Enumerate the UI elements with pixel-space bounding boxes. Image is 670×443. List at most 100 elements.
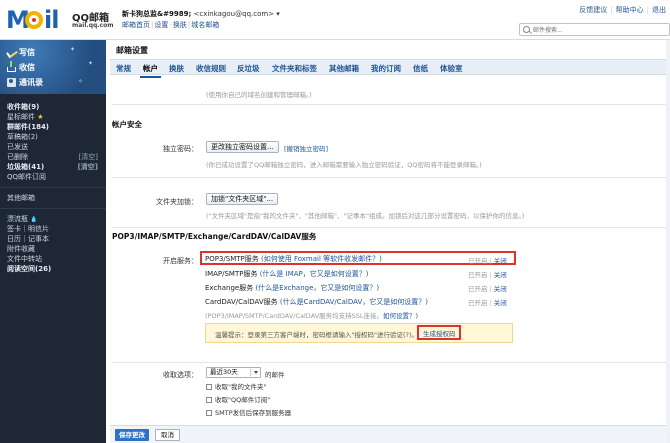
- sidebar-item-drift-bottle[interactable]: 漂流瓶 💧: [0, 214, 106, 224]
- scrollbar[interactable]: [666, 40, 670, 443]
- search-icon[interactable]: [523, 26, 530, 33]
- link-feedback[interactable]: 反馈建议: [579, 6, 607, 14]
- link-mail-home[interactable]: 邮箱首页: [122, 21, 150, 29]
- state-text: 已开启: [468, 271, 488, 279]
- option-smtp-save[interactable]: SMTP发信后保存到服务器: [206, 407, 291, 417]
- divider: [112, 104, 668, 105]
- tab-anti-spam[interactable]: 反垃圾: [237, 63, 260, 74]
- close-carddav-link[interactable]: 关闭: [494, 299, 507, 307]
- tab-skin[interactable]: 换肤: [169, 63, 184, 74]
- help-link[interactable]: (如何使用 Foxmail 等软件收发邮件？): [261, 255, 382, 263]
- sidebar-item-cards[interactable]: 签卡｜明信片: [0, 224, 106, 234]
- service-state-pop3: 已开启 | 关闭: [468, 257, 507, 265]
- independent-password-label: 独立密码：: [163, 145, 198, 153]
- sidebar-item-deleted[interactable]: 已删除 [清空]: [0, 152, 106, 162]
- link-skin[interactable]: 换肤: [173, 21, 187, 29]
- tab-subscriptions[interactable]: 我的订阅: [371, 63, 401, 74]
- sidebar-item-group-mail[interactable]: 群邮件(184): [0, 122, 106, 132]
- change-password-button[interactable]: 更改独立密码设置...: [206, 141, 279, 153]
- sidebar-item-other-mailbox[interactable]: 其他邮箱: [0, 193, 106, 203]
- receive-range-select[interactable]: 最近30天: [206, 367, 261, 378]
- folder-lock-button[interactable]: 加锁"文件夹区域"...: [206, 193, 279, 205]
- settings-tabs: 常规 帐户 换肤 收信规则 反垃圾 文件夹和标签 其他邮箱 我的订阅 信纸 体验…: [110, 59, 670, 78]
- tab-lab[interactable]: 体验室: [440, 63, 463, 74]
- service-pop3-smtp: POP3/SMTP服务 (如何使用 Foxmail 等软件收发邮件？): [205, 254, 382, 264]
- search-box[interactable]: [519, 23, 670, 36]
- sidebar-item-calendar[interactable]: 日历｜记事本: [0, 234, 106, 244]
- service-name: Exchange服务: [205, 284, 254, 292]
- tab-stationery[interactable]: 信纸: [413, 63, 428, 74]
- divider: [112, 177, 668, 178]
- link-domain-mail[interactable]: 城名邮箱: [191, 21, 219, 29]
- service-name: CardDAV/CalDAV服务: [205, 298, 278, 306]
- help-link[interactable]: (什么是Exchange，它又是如何设置？): [255, 284, 379, 292]
- sidebar-item-starred[interactable]: 星标邮件 ★: [0, 112, 106, 122]
- receive-label: 收信: [19, 63, 35, 72]
- help-link[interactable]: (什么是 IMAP，它又是如何设置？): [260, 270, 369, 278]
- tab-receive-rules[interactable]: 收信规则: [196, 63, 226, 74]
- checkbox-label: SMTP发信后保存到服务器: [215, 409, 292, 417]
- sidebar-item-attachments[interactable]: 附件收藏: [0, 244, 106, 254]
- select-divider: [250, 369, 251, 376]
- sidebar-item-inbox[interactable]: 收件箱(9): [0, 102, 106, 112]
- save-button[interactable]: 保存更改: [115, 429, 149, 441]
- link-settings[interactable]: 设置: [154, 21, 168, 29]
- sidebar-item-reading-space[interactable]: 阅读空间(26): [0, 264, 106, 274]
- password-hint: (你已成功设置了QQ邮箱独立密码，进入邮箱需要输入独立密码验证，QQ密码将不能登…: [206, 161, 482, 169]
- sidebar-item-file-transfer[interactable]: 文件中转站: [0, 254, 106, 264]
- user-menu-arrow-icon[interactable]: ▾: [276, 10, 280, 18]
- sidebar-item-sent[interactable]: 已发送: [0, 142, 106, 152]
- user-name: 新卡狗总监&#9989;: [122, 10, 192, 18]
- divider: [112, 227, 668, 228]
- receive-options-label: 收取选项：: [163, 371, 198, 379]
- link-help[interactable]: 帮助中心: [616, 6, 644, 14]
- clear-deleted-link[interactable]: [清空]: [79, 152, 98, 162]
- warning-text: 温馨提示：登录第三方客户端时，密码框请输入"授权码"进行验证(?)。: [215, 331, 419, 339]
- generate-auth-code-link[interactable]: 生成授权码: [423, 328, 456, 338]
- search-input[interactable]: [533, 25, 663, 35]
- sidebar-item-drafts[interactable]: 草稿箱(2): [0, 132, 106, 142]
- service-carddav: CardDAV/CalDAV服务 (什么是CardDAV/CalDAV，它又是如…: [205, 297, 428, 307]
- sidebar-item-subscriptions[interactable]: QQ邮件订阅: [0, 172, 106, 182]
- link-logout[interactable]: 退出: [652, 6, 666, 14]
- divider: [0, 208, 106, 209]
- sidebar-item-label: 星标邮件: [7, 113, 35, 121]
- folder-lock-label: 文件夹加锁：: [156, 198, 198, 206]
- option-qq-subscriptions[interactable]: 收取"QQ邮件订阅": [206, 394, 270, 404]
- tab-account[interactable]: 帐户: [140, 63, 161, 78]
- ssl-help-link[interactable]: 如何设置？): [383, 312, 418, 320]
- folder-list: 收件箱(9) 星标邮件 ★ 群邮件(184) 草稿箱(2) 已发送 已删除 [清空…: [0, 94, 106, 274]
- select-value: 最近30天: [210, 368, 238, 376]
- clear-spam-link[interactable]: [清空]: [78, 162, 98, 172]
- tab-general[interactable]: 常规: [116, 63, 131, 74]
- close-imap-link[interactable]: 关闭: [494, 271, 507, 279]
- close-pop3-link[interactable]: 关闭: [494, 257, 507, 265]
- state-text: 已开启: [468, 299, 488, 307]
- option-my-folders[interactable]: 收取"我的文件夹": [206, 381, 266, 391]
- checkbox[interactable]: [206, 384, 212, 390]
- contacts-button[interactable]: 通讯录: [0, 75, 106, 90]
- contacts-label: 通讯录: [19, 78, 43, 87]
- logo-il: il: [44, 6, 59, 34]
- close-exchange-link[interactable]: 关闭: [494, 285, 507, 293]
- sidebar-item-spam[interactable]: 垃圾箱(41) [清空]: [0, 162, 106, 172]
- pop3-section-title: POP3/IMAP/SMTP/Exchange/CardDAV/CalDAV服务: [112, 232, 317, 241]
- help-link[interactable]: (什么是CardDAV/CalDAV，它又是如何设置？): [280, 298, 428, 306]
- tab-other-mailbox[interactable]: 其他邮箱: [329, 63, 359, 74]
- service-state-carddav: 已开启 | 关闭: [468, 299, 507, 307]
- checkbox-label: 收取"QQ邮件订阅": [215, 396, 271, 404]
- star-icon: ★: [37, 113, 44, 121]
- checkbox[interactable]: [206, 397, 212, 403]
- service-state-exchange: 已开启 | 关闭: [468, 285, 507, 293]
- domain-hint: (使用你自己的域名创建和管理邮箱。): [206, 91, 312, 99]
- receive-button[interactable]: 收信: [0, 60, 106, 75]
- revoke-password-link[interactable]: [撤销独立密码]: [284, 143, 328, 153]
- cancel-button[interactable]: 取消: [155, 429, 180, 441]
- warning-box: 温馨提示：登录第三方客户端时，密码框请输入"授权码"进行验证(?)。: [205, 323, 513, 343]
- write-button[interactable]: 写信: [0, 45, 106, 60]
- checkbox[interactable]: [206, 410, 212, 416]
- account-security-title: 帐户安全: [112, 120, 142, 129]
- user-email[interactable]: <cxinkagou@qq.com>: [194, 10, 275, 18]
- tab-folders-labels[interactable]: 文件夹和标签: [272, 63, 317, 74]
- qq-mail-logo[interactable]: M il QQ邮箱 mail.qq.com: [6, 6, 114, 34]
